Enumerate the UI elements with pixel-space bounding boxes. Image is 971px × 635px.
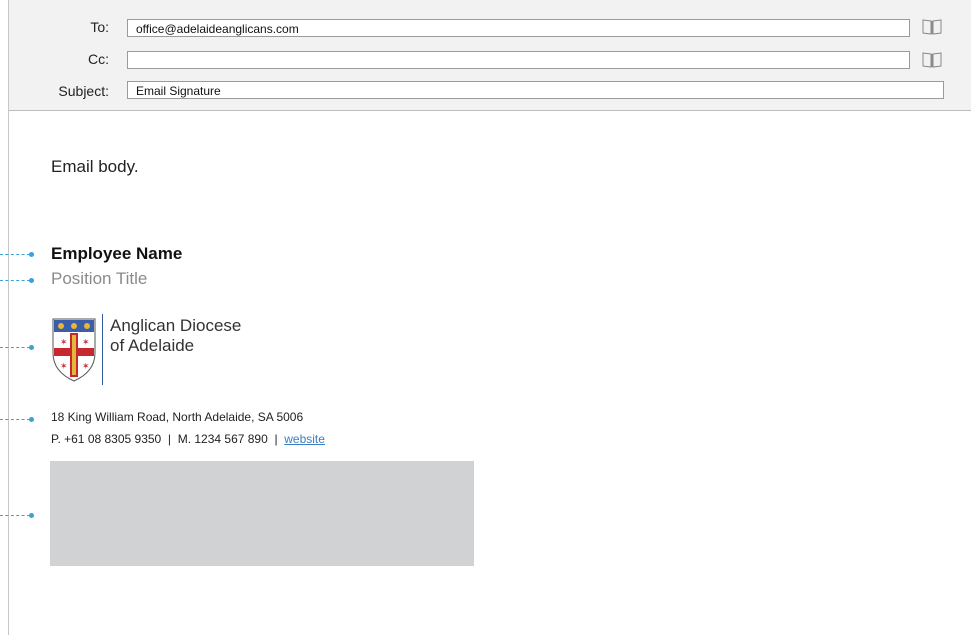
signature-mobile: M. 1234 567 890 [177, 432, 268, 446]
annotation-guide-line [0, 280, 30, 281]
website-link[interactable]: website [284, 432, 325, 446]
annotation-guide-dot [29, 417, 34, 422]
logo-divider [102, 314, 103, 385]
mail-header: To: office@adelaideanglicans.com Cc: Sub… [9, 0, 971, 111]
signature-phone: P. +61 08 8305 9350 [51, 432, 162, 446]
address-book-icon[interactable] [921, 51, 943, 69]
contact-separator: | [274, 432, 278, 446]
contact-separator: | [167, 432, 172, 446]
signature-banner-placeholder [50, 461, 474, 566]
address-book-icon[interactable] [921, 18, 943, 36]
annotation-guide-dot [29, 278, 34, 283]
signature-contact-line: P. +61 08 8305 9350 | M. 1234 567 890 | … [51, 432, 325, 446]
subject-label: Subject: [58, 83, 109, 99]
signature-employee-name: Employee Name [51, 244, 183, 263]
annotation-guide-line [0, 254, 30, 255]
org-name-line2: of Adelaide [110, 336, 195, 355]
org-name-line1: Anglican Diocese [110, 316, 242, 335]
email-body-text[interactable]: Email body. [51, 157, 139, 177]
annotation-guide-line [0, 515, 30, 516]
annotation-guide-line [0, 347, 30, 348]
annotation-guide-dot [29, 513, 34, 518]
svg-text:✶: ✶ [82, 362, 90, 372]
signature-position-title: Position Title [51, 269, 148, 288]
annotation-guide-dot [29, 345, 34, 350]
window-left-edge [0, 0, 9, 635]
cc-label: Cc: [88, 51, 109, 67]
diocese-crest-icon: ✶ ✶ ✶ ✶ [51, 317, 97, 383]
subject-field[interactable]: Email Signature [127, 81, 944, 99]
svg-text:✶: ✶ [60, 362, 68, 372]
annotation-guide-dot [29, 252, 34, 257]
svg-text:✶: ✶ [82, 338, 90, 348]
signature-address: 18 King William Road, North Adelaide, SA… [51, 410, 304, 424]
to-field[interactable]: office@adelaideanglicans.com [127, 19, 910, 37]
svg-text:✶: ✶ [60, 338, 68, 348]
signature-org-name: Anglican Diocese of Adelaide [110, 316, 241, 356]
cc-field[interactable] [127, 51, 910, 69]
to-label: To: [90, 19, 109, 35]
annotation-guide-line [0, 419, 30, 420]
